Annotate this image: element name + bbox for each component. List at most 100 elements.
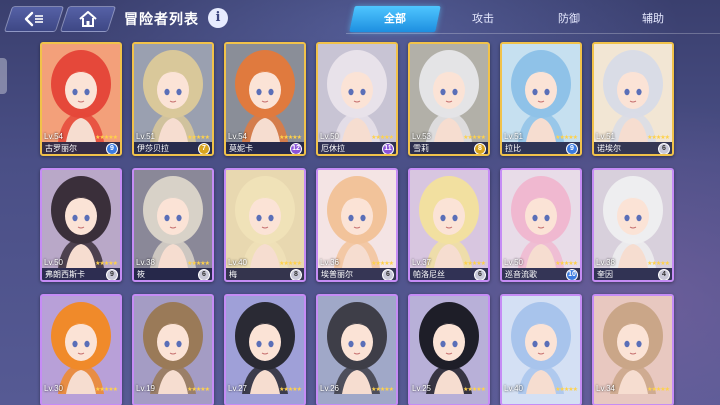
character-portrait (502, 44, 580, 142)
character-name: 帕洛尼丝 (413, 270, 445, 279)
character-portrait (502, 170, 580, 268)
element-badge: 4 (658, 269, 670, 280)
star-rating: ★★★★★ (647, 261, 670, 267)
star-rating: ★★★★★ (555, 261, 578, 267)
level-label: Lv.50 (504, 258, 523, 267)
level-label: Lv.26 (320, 384, 339, 393)
element-badge: 9 (106, 143, 118, 154)
home-button[interactable] (59, 6, 117, 32)
level-label: Lv.37 (412, 258, 431, 267)
character-name: 雪莉 (413, 144, 429, 153)
star-rating: ★★★★★ (371, 261, 394, 267)
adventurer-card[interactable]: Lv.50 ★★★★★ 巡音流歌 10 (500, 168, 582, 282)
adventurer-card[interactable]: Lv.54 ★★★★★ 莫妮卡 12 (224, 42, 306, 156)
level-label: Lv.38 (136, 258, 155, 267)
tab-attack[interactable]: 攻击 (440, 6, 526, 32)
character-name: 筱 (137, 270, 145, 279)
character-portrait (318, 170, 396, 268)
adventurer-card[interactable]: Lv.27 ★★★★★ (224, 294, 306, 405)
character-name: 古罗丽尔 (45, 144, 77, 153)
character-portrait (134, 44, 212, 142)
character-portrait (502, 296, 580, 394)
level-label: Lv.19 (136, 384, 155, 393)
character-name: 弗朗西斯卡 (45, 270, 85, 279)
element-badge: 11 (382, 143, 394, 154)
level-label: Lv.51 (596, 132, 615, 141)
level-label: Lv.34 (596, 384, 615, 393)
star-rating: ★★★★★ (95, 387, 118, 393)
star-rating: ★★★★★ (187, 387, 210, 393)
tab-support-label: 辅助 (642, 13, 664, 25)
back-button[interactable] (3, 6, 65, 32)
character-name: 奎因 (597, 270, 613, 279)
character-portrait (594, 170, 672, 268)
character-name: 梅 (229, 270, 237, 279)
element-badge: 6 (474, 269, 486, 280)
character-name: 埃普丽尔 (321, 270, 353, 279)
adventurer-card[interactable]: Lv.38 ★★★★★ 筱 6 (132, 168, 214, 282)
level-label: Lv.50 (320, 132, 339, 141)
character-portrait (410, 296, 488, 394)
adventurer-card[interactable]: Lv.51 ★★★★★ 诺埃尔 6 (592, 42, 674, 156)
home-icon (79, 11, 97, 27)
star-rating: ★★★★★ (279, 387, 302, 393)
character-portrait (42, 44, 120, 142)
tab-defense[interactable]: 防御 (526, 6, 612, 32)
tab-support[interactable]: 辅助 (610, 6, 696, 32)
adventurer-card[interactable]: Lv.34 ★★★★★ (592, 294, 674, 405)
adventurer-card[interactable]: Lv.51 ★★★★★ 伊莎贝拉 7 (132, 42, 214, 156)
back-arrow-icon (24, 11, 43, 27)
adventurer-card[interactable]: Lv.54 ★★★★★ 古罗丽尔 9 (40, 42, 122, 156)
character-name: 诺埃尔 (597, 144, 621, 153)
adventurer-card[interactable]: Lv.37 ★★★★★ 帕洛尼丝 6 (408, 168, 490, 282)
adventurer-card[interactable]: Lv.50 ★★★★★ 弗朗西斯卡 9 (40, 168, 122, 282)
tab-all[interactable]: 全部 (349, 6, 441, 32)
star-rating: ★★★★★ (371, 135, 394, 141)
adventurer-card[interactable]: Lv.53 ★★★★★ 雪莉 8 (408, 42, 490, 156)
side-drawer-handle[interactable] (0, 58, 7, 94)
star-rating: ★★★★★ (95, 261, 118, 267)
star-rating: ★★★★★ (95, 135, 118, 141)
character-portrait (42, 296, 120, 394)
character-portrait (318, 296, 396, 394)
character-portrait (134, 296, 212, 394)
adventurer-card[interactable]: Lv.25 ★★★★★ (408, 294, 490, 405)
info-icon[interactable]: i (208, 8, 228, 28)
element-badge: 8 (474, 143, 486, 154)
level-label: Lv.40 (504, 384, 523, 393)
level-label: Lv.54 (44, 132, 63, 141)
character-name: 厄休拉 (321, 144, 345, 153)
element-badge: 6 (658, 143, 670, 154)
character-name: 拉比 (505, 144, 521, 153)
adventurer-card[interactable]: Lv.40 ★★★★★ (500, 294, 582, 405)
character-portrait (226, 170, 304, 268)
adventurer-card[interactable]: Lv.19 ★★★★★ (132, 294, 214, 405)
level-label: Lv.27 (228, 384, 247, 393)
character-portrait (226, 44, 304, 142)
adventurer-card[interactable]: Lv.30 ★★★★★ (40, 294, 122, 405)
element-badge: 12 (290, 143, 302, 154)
adventurer-card[interactable]: Lv.51 ★★★★★ 拉比 9 (500, 42, 582, 156)
star-rating: ★★★★★ (647, 387, 670, 393)
page-title: 冒险者列表 (124, 11, 199, 27)
adventurer-card[interactable]: Lv.40 ★★★★★ 梅 8 (224, 168, 306, 282)
star-rating: ★★★★★ (279, 261, 302, 267)
element-badge: 10 (566, 269, 578, 280)
adventurer-grid: Lv.54 ★★★★★ 古罗丽尔 9 Lv.51 ★★★★★ 伊莎贝拉 7 Lv.54 ★★★★★… (40, 42, 690, 405)
star-rating: ★★★★★ (463, 387, 486, 393)
adventurer-card[interactable]: Lv.50 ★★★★★ 厄休拉 11 (316, 42, 398, 156)
star-rating: ★★★★★ (463, 261, 486, 267)
adventurer-card[interactable]: Lv.36 ★★★★★ 埃普丽尔 6 (316, 168, 398, 282)
star-rating: ★★★★★ (555, 135, 578, 141)
level-label: Lv.50 (44, 258, 63, 267)
adventurer-card[interactable]: Lv.26 ★★★★★ (316, 294, 398, 405)
star-rating: ★★★★★ (187, 135, 210, 141)
level-label: Lv.25 (412, 384, 431, 393)
element-badge: 9 (566, 143, 578, 154)
character-name: 莫妮卡 (229, 144, 253, 153)
element-badge: 9 (106, 269, 118, 280)
element-badge: 8 (290, 269, 302, 280)
level-label: Lv.51 (136, 132, 155, 141)
adventurer-card[interactable]: Lv.38 ★★★★★ 奎因 4 (592, 168, 674, 282)
character-portrait (318, 44, 396, 142)
